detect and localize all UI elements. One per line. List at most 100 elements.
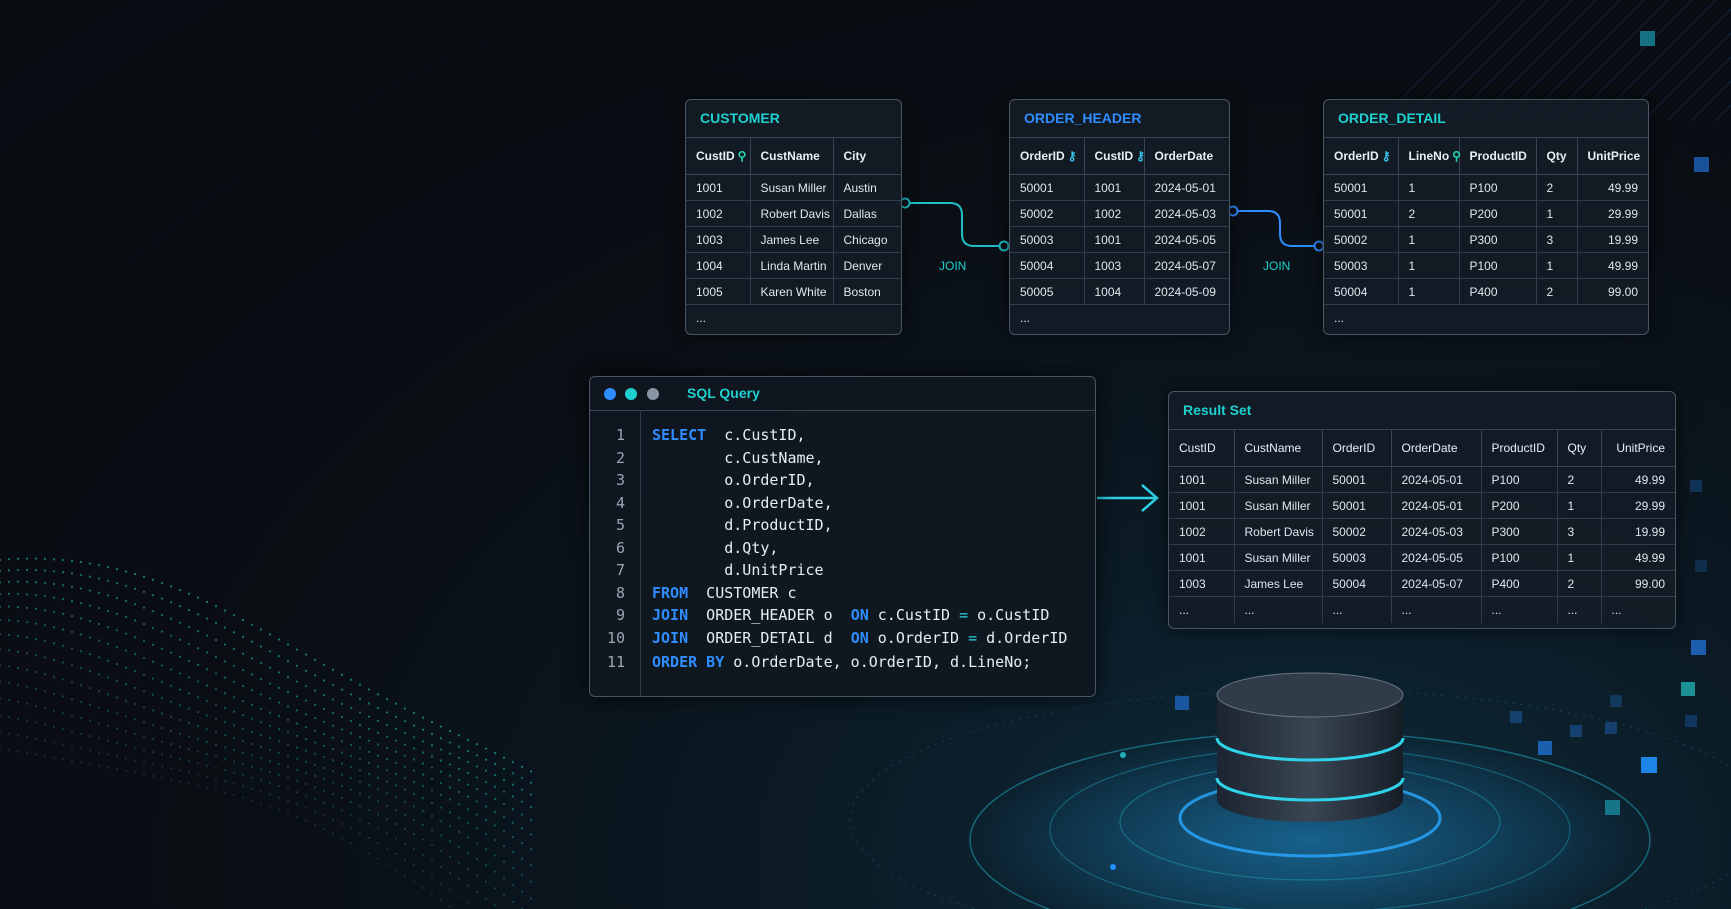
table-cell: 2 [1557, 570, 1602, 597]
column-header[interactable]: Qty [1557, 430, 1602, 467]
table-row[interactable]: 50004 1 P400 2 99.00 [1324, 278, 1648, 305]
table-cell: 49.99 [1601, 466, 1675, 493]
window-dot-gray-icon[interactable] [647, 388, 659, 400]
result-arrow-icon [1097, 484, 1159, 512]
table-title: ORDER_HEADER [1010, 100, 1229, 138]
table-cell: 50004 [1322, 570, 1392, 597]
ellipsis-cell: ... [1391, 596, 1482, 623]
table-cell: James Lee [750, 226, 834, 253]
join-label-1: JOIN [939, 259, 967, 273]
table-row[interactable]: 1001 Susan Miller 50003 2024-05-05 P100 1 49.9… [1169, 544, 1675, 571]
table-row[interactable]: 50003 1001 2024-05-05 [1010, 226, 1229, 253]
column-header-label: ProductID [1491, 441, 1545, 455]
column-header[interactable]: LineNo ⚲ [1398, 138, 1461, 175]
table-cell: 50003 [1010, 226, 1085, 253]
table-cell: 1003 [686, 226, 751, 253]
result-set-table: Result Set CustID CustName OrderID OrderDat… [1168, 391, 1676, 629]
table-cell: 2024-05-09 [1144, 278, 1229, 305]
table-cell: 2024-05-05 [1144, 226, 1229, 253]
column-header[interactable]: CustID ⚲ [686, 138, 751, 175]
column-header[interactable]: ProductID [1459, 138, 1537, 175]
ellipsis-cell: ... [1169, 596, 1235, 623]
column-header[interactable]: OrderDate [1391, 430, 1482, 467]
table-row[interactable]: 1003 James Lee Chicago [686, 226, 901, 253]
table-cell: 1 [1536, 200, 1578, 227]
table-row[interactable]: 50001 1001 2024-05-01 [1010, 174, 1229, 201]
column-header[interactable]: CustName [750, 138, 834, 175]
column-header-label: CustID [696, 149, 735, 163]
table-row[interactable]: 50001 2 P200 1 29.99 [1324, 200, 1648, 227]
table-cell: 50002 [1322, 518, 1392, 545]
window-titlebar: SQL Query [590, 377, 1095, 411]
table-cell: 2 [1398, 200, 1460, 227]
table-cell: Denver [833, 252, 901, 279]
table-row[interactable]: 50002 1002 2024-05-03 [1010, 200, 1229, 227]
column-header[interactable]: City [833, 138, 901, 175]
ellipsis-cell: ... [1334, 311, 1345, 325]
table-cell: 2 [1557, 466, 1602, 493]
table-row[interactable]: 50002 1 P300 3 19.99 [1324, 226, 1648, 253]
ellipsis-cell: ... [696, 311, 707, 325]
table-row[interactable]: 1001 Susan Miller Austin [686, 174, 901, 201]
table-cell: P300 [1481, 518, 1558, 545]
table-cell: 50004 [1324, 278, 1399, 305]
table-cell: 49.99 [1577, 252, 1648, 279]
table-cell: 1 [1557, 544, 1602, 571]
table-cell: 99.00 [1601, 570, 1675, 597]
column-header-label: LineNo [1408, 149, 1450, 163]
table-row[interactable]: 1002 Robert Davis 50002 2024-05-03 P300 3 19.9… [1169, 518, 1675, 545]
table-cell: P100 [1459, 174, 1537, 201]
line-number: 1 [615, 426, 625, 444]
table-cell: 1004 [686, 252, 751, 279]
column-header[interactable]: OrderID ⚷ [1324, 138, 1399, 175]
table-row[interactable]: 1003 James Lee 50004 2024-05-07 P400 2 99.00 [1169, 570, 1675, 597]
table-row[interactable]: 50005 1004 2024-05-09 [1010, 278, 1229, 305]
code-line: d.Qty, [652, 538, 779, 557]
column-header[interactable]: CustID [1169, 430, 1235, 467]
column-header-label: OrderID [1334, 149, 1379, 163]
column-header[interactable]: CustName [1234, 430, 1323, 467]
table-cell: Dallas [833, 200, 901, 227]
code-line: o.OrderID, [652, 471, 815, 489]
table-cell: P100 [1459, 252, 1537, 279]
table-cell: 29.99 [1601, 492, 1675, 519]
code-line: JOIN ORDER_DETAIL d ON o.OrderID = d.Ord… [652, 628, 1068, 647]
table-row[interactable]: 1001 Susan Miller 50001 2024-05-01 P100 2 49.9… [1169, 466, 1675, 493]
table-cell: 50001 [1322, 492, 1392, 519]
table-row[interactable]: 1001 Susan Miller 50001 2024-05-01 P200 1 29.9… [1169, 492, 1675, 519]
key-icon: ⚷ [1067, 149, 1077, 163]
table-row[interactable]: 1005 Karen White Boston [686, 278, 901, 305]
ellipsis-row: ..................... [1169, 596, 1675, 623]
table-cell: James Lee [1234, 570, 1323, 597]
column-header-label: ProductID [1469, 149, 1527, 163]
table-cell: 50001 [1324, 200, 1399, 227]
table-row[interactable]: 1002 Robert Davis Dallas [686, 200, 901, 227]
column-header[interactable]: ProductID [1481, 430, 1558, 467]
table-cell: 1 [1398, 226, 1460, 253]
column-header[interactable]: OrderID ⚷ [1010, 138, 1085, 175]
table-cell: 2024-05-05 [1391, 544, 1482, 571]
table-title: CUSTOMER [686, 100, 901, 138]
ellipsis-row: ... [1324, 305, 1648, 332]
window-dot-blue-icon[interactable] [604, 388, 616, 400]
column-header[interactable]: UnitPrice [1577, 138, 1648, 175]
table-row[interactable]: 50001 1 P100 2 49.99 [1324, 174, 1648, 201]
window-dot-cyan-icon[interactable] [625, 388, 637, 400]
table-cell: 50005 [1010, 278, 1085, 305]
column-header[interactable]: Qty [1536, 138, 1578, 175]
line-number: 2 [615, 448, 625, 467]
table-cell: Austin [833, 174, 901, 201]
line-number: 4 [615, 493, 625, 512]
column-header[interactable]: UnitPrice [1601, 430, 1675, 467]
table-row[interactable]: 1004 Linda Martin Denver [686, 252, 901, 279]
column-header[interactable]: OrderDate [1144, 138, 1229, 175]
table-cell: Robert Davis [1234, 518, 1323, 545]
table-row[interactable]: 50003 1 P100 1 49.99 [1324, 252, 1648, 279]
table-cell: Robert Davis [750, 200, 834, 227]
column-header[interactable]: CustID ⚷ [1084, 138, 1145, 175]
column-header[interactable]: OrderID [1322, 430, 1392, 467]
table-row[interactable]: 50004 1003 2024-05-07 [1010, 252, 1229, 279]
column-header-label: CustName [760, 149, 820, 163]
line-number: 11 [606, 653, 625, 671]
table-cell: 2 [1536, 278, 1578, 305]
